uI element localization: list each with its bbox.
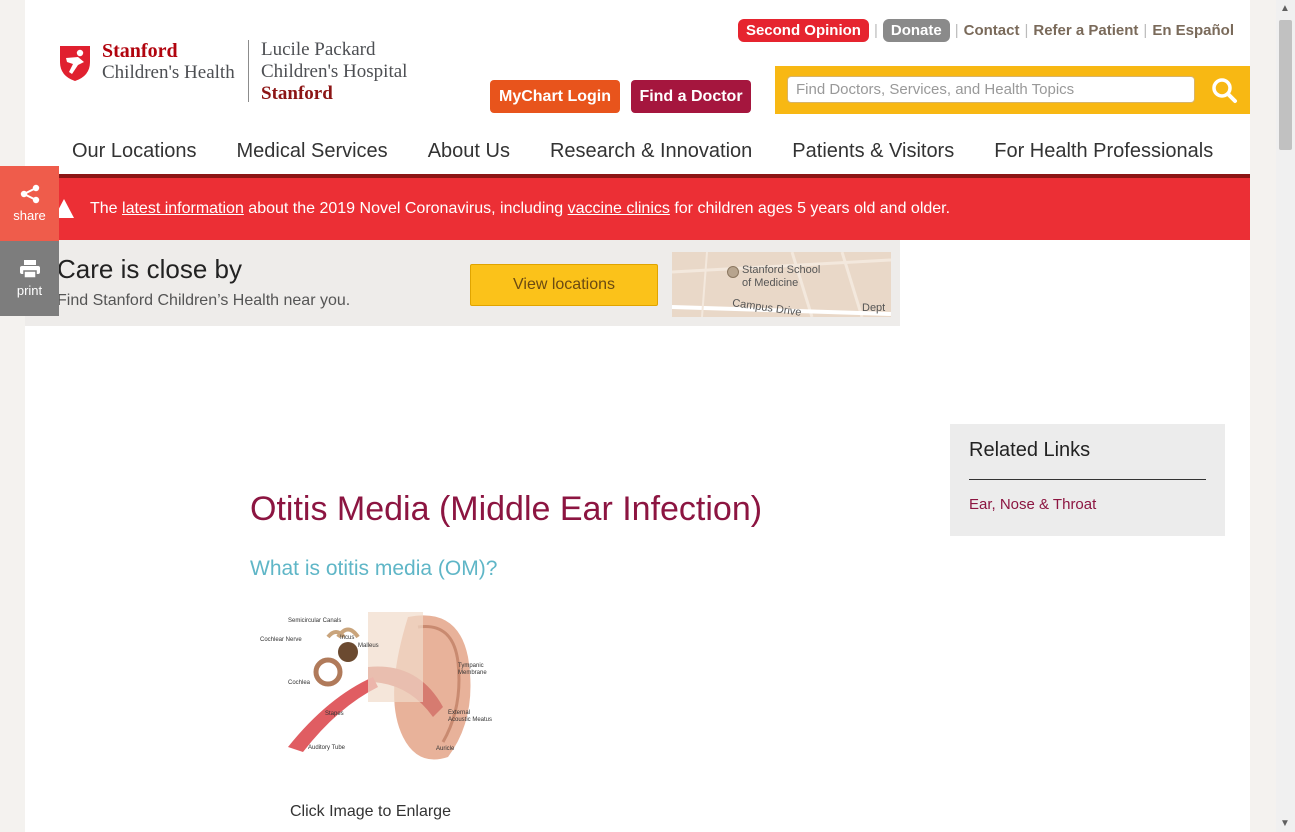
page-title: Otitis Media (Middle Ear Infection) <box>250 490 763 528</box>
site-logo[interactable]: Stanford Children's Health Lucile Packar… <box>58 38 418 108</box>
print-button[interactable]: print <box>0 241 59 316</box>
ear-label-auditory: Auditory Tube <box>308 745 346 751</box>
printer-icon <box>20 260 40 279</box>
stanford-childrens-logo-icon <box>60 46 90 81</box>
map-label-line2: of Medicine <box>742 277 799 289</box>
logo-lpch-line2: Children's Hospital <box>261 61 408 82</box>
find-a-doctor-button[interactable]: Find a Doctor <box>631 80 751 113</box>
alert-message: The latest information about the 2019 No… <box>90 200 950 218</box>
nav-medical-services[interactable]: Medical Services <box>217 136 408 174</box>
logo-sch-line2: Children's Health <box>102 62 235 83</box>
alert-text-pre: The <box>90 200 123 217</box>
related-link-ent[interactable]: Ear, Nose & Throat <box>969 496 1096 513</box>
ear-label-tympanic: Tympanic <box>458 663 484 669</box>
print-label: print <box>16 283 43 298</box>
nav-research-innovation[interactable]: Research & Innovation <box>530 136 772 174</box>
scroll-down-arrow-icon[interactable]: ▼ <box>1280 818 1290 829</box>
page-background <box>25 0 1250 832</box>
coronavirus-alert-banner: The latest information about the 2019 No… <box>25 178 1250 240</box>
utility-separator: | <box>1024 21 1029 39</box>
logo-lpch-line1: Lucile Packard <box>261 39 376 60</box>
scroll-up-arrow-icon[interactable]: ▲ <box>1280 3 1290 14</box>
alert-text-mid: about the 2019 Novel Coronavirus, includ… <box>243 200 568 217</box>
ear-label-acoustic: Acoustic Meatus <box>448 717 492 723</box>
logo-lpch-line3: Stanford <box>261 83 333 104</box>
logo-sch-line1: Stanford <box>102 40 178 62</box>
utility-separator: | <box>1143 21 1148 39</box>
promo-title: Care is close by <box>57 254 242 284</box>
ear-label-auricle: Auricle <box>436 746 455 752</box>
ear-label-membrane: Membrane <box>458 670 487 676</box>
ear-label-cochlea: Cochlea <box>288 680 311 686</box>
ear-label-incus: Incus <box>340 635 354 641</box>
search-bar <box>775 66 1250 114</box>
promo-map-image[interactable]: Stanford School of Medicine Campus Drive … <box>672 252 891 317</box>
utility-separator: | <box>873 21 878 39</box>
locations-promo-banner: Care is close by Find Stanford Children’… <box>25 240 900 326</box>
share-icon <box>20 184 40 204</box>
nav-health-professionals[interactable]: For Health Professionals <box>974 136 1233 174</box>
section-heading: What is otitis media (OM)? <box>250 557 498 580</box>
map-pin-icon <box>727 266 739 278</box>
utility-separator: | <box>954 21 959 39</box>
nav-patients-visitors[interactable]: Patients & Visitors <box>772 136 974 174</box>
ear-label-stapes: Stapes <box>325 711 344 717</box>
donate-button[interactable]: Donate <box>882 18 950 42</box>
ear-label-external: External <box>448 710 470 716</box>
page-scrollbar[interactable]: ▲ ▼ <box>1276 0 1295 832</box>
vaccine-clinics-link[interactable]: vaccine clinics <box>568 200 670 217</box>
logo-divider <box>248 40 249 102</box>
contact-link[interactable]: Contact <box>964 22 1020 39</box>
main-navigation: Our Locations Medical Services About Us … <box>52 136 1250 174</box>
image-caption: Click Image to Enlarge <box>290 803 451 820</box>
ear-label-cochlear-nerve: Cochlear Nerve <box>260 637 302 643</box>
alert-text-post: for children ages 5 years old and older. <box>669 200 951 217</box>
related-links-panel: Related Links Ear, Nose & Throat <box>950 424 1225 536</box>
nav-about-us[interactable]: About Us <box>408 136 530 174</box>
share-button[interactable]: share <box>0 166 59 241</box>
latest-information-link[interactable]: latest information <box>122 200 244 217</box>
mychart-login-button[interactable]: MyChart Login <box>490 80 620 113</box>
refer-patient-link[interactable]: Refer a Patient <box>1033 22 1138 39</box>
map-label-dept: Dept <box>862 302 886 314</box>
related-links-title: Related Links <box>969 439 1091 461</box>
logo-lucile-packard: Lucile Packard Children's Hospital Stanf… <box>261 39 407 105</box>
share-label: share <box>13 208 46 223</box>
search-input[interactable] <box>787 76 1195 103</box>
view-locations-button[interactable]: View locations <box>470 264 658 306</box>
promo-subtitle: Find Stanford Children’s Health near you… <box>57 292 351 309</box>
map-label-line1: Stanford School <box>742 264 821 276</box>
scroll-thumb[interactable] <box>1279 20 1292 150</box>
espanol-link[interactable]: En Español <box>1152 22 1234 39</box>
utility-nav: Second Opinion | Donate | Contact | Refe… <box>737 17 1234 43</box>
ear-label-semicircular: Semicircular Canals <box>288 618 341 624</box>
map-label-school: Stanford School of Medicine <box>742 264 820 290</box>
ear-label-malleus: Malleus <box>358 643 379 649</box>
second-opinion-button[interactable]: Second Opinion <box>737 18 869 42</box>
logo-stanford-childrens: Stanford Children's Health <box>102 40 235 84</box>
nav-our-locations[interactable]: Our Locations <box>52 136 217 174</box>
ear-anatomy-image[interactable]: Semicircular Canals Incus Malleus Cochle… <box>258 607 503 767</box>
search-icon[interactable] <box>1210 76 1238 104</box>
related-links-divider <box>969 479 1206 480</box>
